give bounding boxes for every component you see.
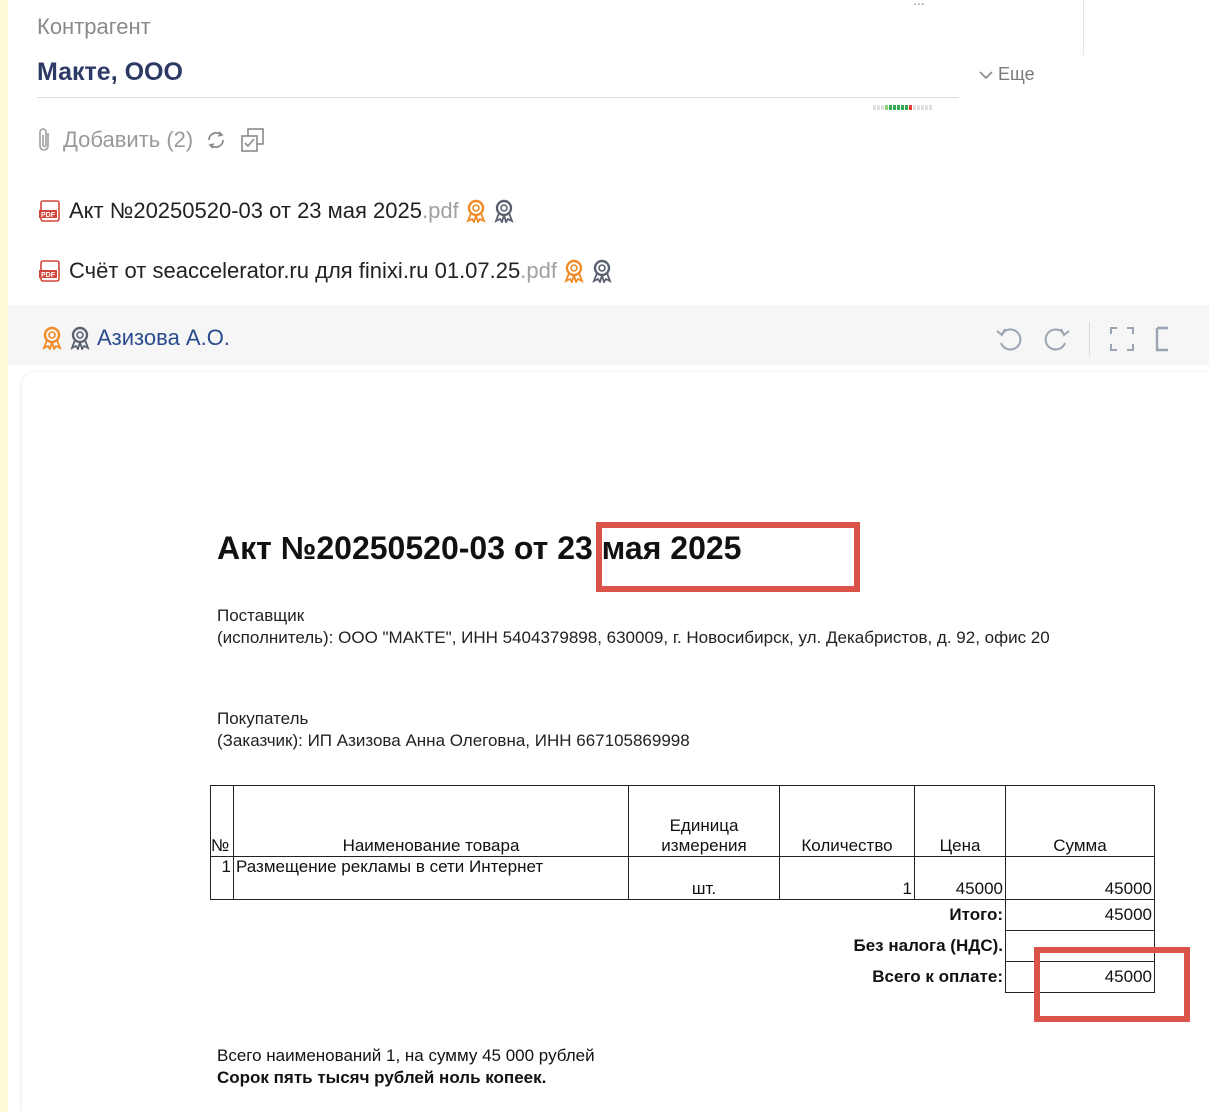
file-extension: .pdf — [421, 198, 459, 223]
table-cell: 1 — [210, 856, 234, 900]
supplier-details: (исполнитель): ООО "МАКТЕ", ИНН 54043798… — [217, 628, 1050, 647]
attachments-toolbar: Добавить (2) — [37, 126, 267, 154]
counterparty-name[interactable]: Макте, ООО — [37, 58, 183, 87]
column-header: Сумма — [1005, 785, 1155, 857]
file-extension: .pdf — [520, 258, 557, 283]
pdf-file-icon: PDF — [39, 260, 60, 282]
signature-badge-icon[interactable] — [69, 326, 91, 350]
rotate-left-icon[interactable] — [993, 323, 1025, 355]
divider — [1083, 0, 1084, 55]
file-name: Акт №20250520-03 от 23 мая 2025 — [69, 198, 422, 223]
buyer-details: (Заказчик): ИП Азизова Анна Олеговна, ИН… — [217, 731, 690, 750]
signature-badge-icon[interactable] — [563, 259, 585, 283]
grand-total-row: Всего к оплате: 45000 — [210, 961, 1155, 993]
vat-row: Без налога (НДС). — [210, 930, 1155, 962]
svg-text:PDF: PDF — [41, 272, 56, 279]
items-table: № Наименование товара Единица измерения … — [210, 785, 1155, 993]
table-cell: 45000 — [1005, 856, 1155, 900]
table-cell: 45000 — [914, 856, 1006, 900]
table-cell: Размещение рекламы в сети Интернет — [233, 856, 629, 900]
total-value: 45000 — [1005, 899, 1155, 931]
main-panel: ... Контрагент Макте, ООО Еще Добавить (… — [8, 0, 1209, 1112]
file-name: Счёт от seaccelerator.ru для finixi.ru 0… — [69, 258, 521, 283]
more-label: Еще — [998, 64, 1035, 84]
signature-badge-icon[interactable] — [493, 199, 515, 223]
summary-line: Всего наименований 1, на сумму 45 000 ру… — [217, 1046, 595, 1065]
viewer-toolbar — [993, 322, 1168, 356]
document-preview: Акт №20250520-03 от 23 мая 2025 Поставщи… — [22, 372, 1209, 1112]
pdf-file-icon: PDF — [39, 200, 60, 222]
signature-badge-icon[interactable] — [41, 326, 63, 350]
vat-label: Без налога (НДС). — [210, 930, 1006, 962]
highlight-date-box — [596, 522, 860, 592]
rating-bar — [873, 105, 932, 110]
total-row: Итого: 45000 — [210, 899, 1155, 931]
signer-row: Азизова А.О. — [41, 325, 230, 351]
summary-words: Сорок пять тысяч рублей ноль копеек. — [217, 1068, 547, 1087]
column-header: Наименование товара — [233, 785, 629, 857]
column-header: Цена — [914, 785, 1006, 857]
chevron-down-icon — [979, 70, 993, 79]
truncated-text: ... — [913, 0, 925, 8]
column-header: Единица измерения — [628, 785, 780, 857]
table-cell: шт. — [628, 856, 780, 900]
buyer-label: Покупатель — [217, 709, 309, 728]
field-underline — [37, 97, 959, 98]
column-header: № — [210, 785, 234, 857]
counterparty-label: Контрагент — [37, 14, 151, 39]
table-header-row: № Наименование товара Единица измерения … — [210, 785, 1155, 857]
grand-total-label: Всего к оплате: — [210, 961, 1006, 993]
paperclip-icon[interactable] — [37, 127, 53, 153]
summary-block: Всего наименований 1, на сумму 45 000 ру… — [217, 1045, 595, 1089]
buyer-block: Покупатель (Заказчик): ИП Азизова Анна О… — [217, 708, 690, 752]
add-attachment-button[interactable]: Добавить (2) — [63, 127, 193, 153]
signer-name-link[interactable]: Азизова А.О. — [97, 325, 230, 351]
signature-badge-icon[interactable] — [591, 259, 613, 283]
fullscreen-icon[interactable] — [1106, 323, 1138, 355]
attachment-file-2[interactable]: PDF Счёт от seaccelerator.ru для finixi.… — [37, 258, 613, 284]
refresh-icon[interactable] — [203, 127, 229, 153]
highlight-total-box — [1034, 947, 1190, 1022]
table-cell: 1 — [779, 856, 915, 900]
toolbar-divider — [1089, 322, 1090, 356]
save-icon[interactable] — [1154, 323, 1168, 355]
signature-badge-icon[interactable] — [465, 199, 487, 223]
supplier-label: Поставщик — [217, 606, 305, 625]
copy-check-icon[interactable] — [239, 126, 267, 154]
table-row: 1 Размещение рекламы в сети Интернет шт.… — [210, 856, 1155, 900]
rotate-right-icon[interactable] — [1041, 323, 1073, 355]
svg-text:PDF: PDF — [41, 212, 56, 219]
more-button[interactable]: Еще — [978, 64, 1035, 85]
total-label: Итого: — [210, 899, 1006, 931]
column-header: Количество — [779, 785, 915, 857]
supplier-block: Поставщик (исполнитель): ООО "МАКТЕ", ИН… — [217, 605, 1157, 649]
attachment-file-1[interactable]: PDF Акт №20250520-03 от 23 мая 2025.pdf — [37, 198, 515, 224]
